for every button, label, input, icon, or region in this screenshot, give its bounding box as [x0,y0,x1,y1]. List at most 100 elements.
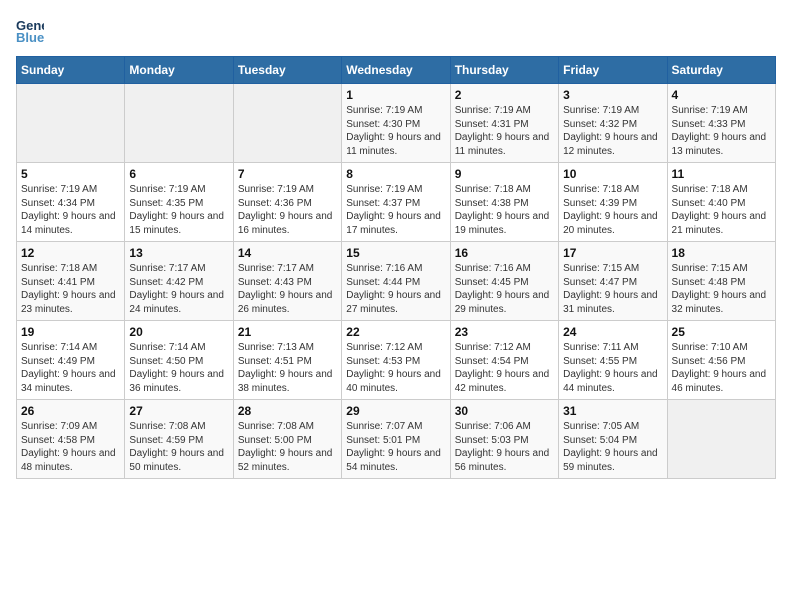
calendar-cell: 9 Sunrise: 7:18 AM Sunset: 4:38 PM Daylig… [450,163,558,242]
week-row-2: 5 Sunrise: 7:19 AM Sunset: 4:34 PM Daylig… [17,163,776,242]
calendar-cell: 25 Sunrise: 7:10 AM Sunset: 4:56 PM Dayli… [667,321,775,400]
day-info: Sunrise: 7:18 AM Sunset: 4:38 PM Dayligh… [455,183,554,237]
day-info: Sunrise: 7:14 AM Sunset: 4:50 PM Dayligh… [129,341,228,395]
day-info: Sunrise: 7:08 AM Sunset: 5:00 PM Dayligh… [238,420,337,474]
day-number: 18 [672,246,771,260]
calendar-cell: 20 Sunrise: 7:14 AM Sunset: 4:50 PM Dayli… [125,321,233,400]
page-header: General Blue [16,16,776,44]
day-info: Sunrise: 7:12 AM Sunset: 4:53 PM Dayligh… [346,341,445,395]
day-number: 21 [238,325,337,339]
calendar-cell: 18 Sunrise: 7:15 AM Sunset: 4:48 PM Dayli… [667,242,775,321]
column-header-saturday: Saturday [667,57,775,84]
calendar-cell: 22Sunrise: 7:12 AM Sunset: 4:53 PM Dayli… [342,321,450,400]
day-info: Sunrise: 7:19 AM Sunset: 4:32 PM Dayligh… [563,104,662,158]
day-info: Sunrise: 7:19 AM Sunset: 4:34 PM Dayligh… [21,183,120,237]
day-info: Sunrise: 7:19 AM Sunset: 4:30 PM Dayligh… [346,104,445,158]
day-info: Sunrise: 7:16 AM Sunset: 4:45 PM Dayligh… [455,262,554,316]
day-number: 2 [455,88,554,102]
day-info: Sunrise: 7:18 AM Sunset: 4:40 PM Dayligh… [672,183,771,237]
calendar-cell [125,84,233,163]
day-info: Sunrise: 7:17 AM Sunset: 4:43 PM Dayligh… [238,262,337,316]
week-row-5: 26Sunrise: 7:09 AM Sunset: 4:58 PM Dayli… [17,400,776,479]
calendar-cell [667,400,775,479]
column-header-sunday: Sunday [17,57,125,84]
calendar-cell: 26Sunrise: 7:09 AM Sunset: 4:58 PM Dayli… [17,400,125,479]
day-info: Sunrise: 7:19 AM Sunset: 4:35 PM Dayligh… [129,183,228,237]
calendar-cell: 14 Sunrise: 7:17 AM Sunset: 4:43 PM Dayli… [233,242,341,321]
column-header-friday: Friday [559,57,667,84]
day-number: 26 [21,404,120,418]
column-header-tuesday: Tuesday [233,57,341,84]
day-number: 27 [129,404,228,418]
calendar-cell: 21 Sunrise: 7:13 AM Sunset: 4:51 PM Dayli… [233,321,341,400]
logo: General Blue [16,16,48,44]
day-info: Sunrise: 7:13 AM Sunset: 4:51 PM Dayligh… [238,341,337,395]
week-row-1: 1 Sunrise: 7:19 AM Sunset: 4:30 PM Daylig… [17,84,776,163]
logo-icon: General Blue [16,16,44,44]
calendar-cell: 31Sunrise: 7:05 AM Sunset: 5:04 PM Dayli… [559,400,667,479]
day-info: Sunrise: 7:17 AM Sunset: 4:42 PM Dayligh… [129,262,228,316]
day-number: 12 [21,246,120,260]
column-header-wednesday: Wednesday [342,57,450,84]
calendar-cell: 3 Sunrise: 7:19 AM Sunset: 4:32 PM Daylig… [559,84,667,163]
day-info: Sunrise: 7:14 AM Sunset: 4:49 PM Dayligh… [21,341,120,395]
day-number: 29 [346,404,445,418]
day-number: 1 [346,88,445,102]
calendar-cell: 16 Sunrise: 7:16 AM Sunset: 4:45 PM Dayli… [450,242,558,321]
day-number: 16 [455,246,554,260]
day-number: 24 [563,325,662,339]
day-number: 3 [563,88,662,102]
day-number: 17 [563,246,662,260]
day-number: 25 [672,325,771,339]
day-number: 5 [21,167,120,181]
day-info: Sunrise: 7:19 AM Sunset: 4:33 PM Dayligh… [672,104,771,158]
calendar-cell: 10 Sunrise: 7:18 AM Sunset: 4:39 PM Dayli… [559,163,667,242]
day-number: 10 [563,167,662,181]
calendar-cell: 1 Sunrise: 7:19 AM Sunset: 4:30 PM Daylig… [342,84,450,163]
day-number: 13 [129,246,228,260]
calendar-cell: 27Sunrise: 7:08 AM Sunset: 4:59 PM Dayli… [125,400,233,479]
calendar-cell: 15 Sunrise: 7:16 AM Sunset: 4:44 PM Dayli… [342,242,450,321]
day-info: Sunrise: 7:12 AM Sunset: 4:54 PM Dayligh… [455,341,554,395]
column-header-monday: Monday [125,57,233,84]
day-number: 9 [455,167,554,181]
day-number: 14 [238,246,337,260]
calendar-cell [17,84,125,163]
day-number: 4 [672,88,771,102]
day-number: 19 [21,325,120,339]
day-number: 15 [346,246,445,260]
calendar-cell: 29 Sunrise: 7:07 AM Sunset: 5:01 PM Dayli… [342,400,450,479]
day-number: 20 [129,325,228,339]
calendar-cell: 13 Sunrise: 7:17 AM Sunset: 4:42 PM Dayli… [125,242,233,321]
calendar-cell: 7Sunrise: 7:19 AM Sunset: 4:36 PM Daylig… [233,163,341,242]
day-info: Sunrise: 7:19 AM Sunset: 4:37 PM Dayligh… [346,183,445,237]
day-info: Sunrise: 7:19 AM Sunset: 4:31 PM Dayligh… [455,104,554,158]
day-info: Sunrise: 7:16 AM Sunset: 4:44 PM Dayligh… [346,262,445,316]
week-row-4: 19 Sunrise: 7:14 AM Sunset: 4:49 PM Dayli… [17,321,776,400]
day-info: Sunrise: 7:18 AM Sunset: 4:39 PM Dayligh… [563,183,662,237]
calendar-cell: 2 Sunrise: 7:19 AM Sunset: 4:31 PM Daylig… [450,84,558,163]
day-info: Sunrise: 7:07 AM Sunset: 5:01 PM Dayligh… [346,420,445,474]
day-info: Sunrise: 7:19 AM Sunset: 4:36 PM Dayligh… [238,183,337,237]
calendar-cell: 4 Sunrise: 7:19 AM Sunset: 4:33 PM Daylig… [667,84,775,163]
day-info: Sunrise: 7:18 AM Sunset: 4:41 PM Dayligh… [21,262,120,316]
calendar-cell: 11Sunrise: 7:18 AM Sunset: 4:40 PM Dayli… [667,163,775,242]
day-info: Sunrise: 7:06 AM Sunset: 5:03 PM Dayligh… [455,420,554,474]
calendar-cell: 24 Sunrise: 7:11 AM Sunset: 4:55 PM Dayli… [559,321,667,400]
day-info: Sunrise: 7:15 AM Sunset: 4:48 PM Dayligh… [672,262,771,316]
day-info: Sunrise: 7:11 AM Sunset: 4:55 PM Dayligh… [563,341,662,395]
calendar-cell: 19 Sunrise: 7:14 AM Sunset: 4:49 PM Dayli… [17,321,125,400]
day-info: Sunrise: 7:10 AM Sunset: 4:56 PM Dayligh… [672,341,771,395]
calendar-cell: 12 Sunrise: 7:18 AM Sunset: 4:41 PM Dayli… [17,242,125,321]
svg-text:Blue: Blue [16,30,44,44]
day-number: 6 [129,167,228,181]
day-number: 23 [455,325,554,339]
week-row-3: 12 Sunrise: 7:18 AM Sunset: 4:41 PM Dayli… [17,242,776,321]
calendar-cell: 6 Sunrise: 7:19 AM Sunset: 4:35 PM Daylig… [125,163,233,242]
calendar-cell: 28 Sunrise: 7:08 AM Sunset: 5:00 PM Dayli… [233,400,341,479]
day-info: Sunrise: 7:05 AM Sunset: 5:04 PM Dayligh… [563,420,662,474]
calendar-cell: 5 Sunrise: 7:19 AM Sunset: 4:34 PM Daylig… [17,163,125,242]
calendar-cell: 30Sunrise: 7:06 AM Sunset: 5:03 PM Dayli… [450,400,558,479]
day-number: 8 [346,167,445,181]
day-number: 28 [238,404,337,418]
